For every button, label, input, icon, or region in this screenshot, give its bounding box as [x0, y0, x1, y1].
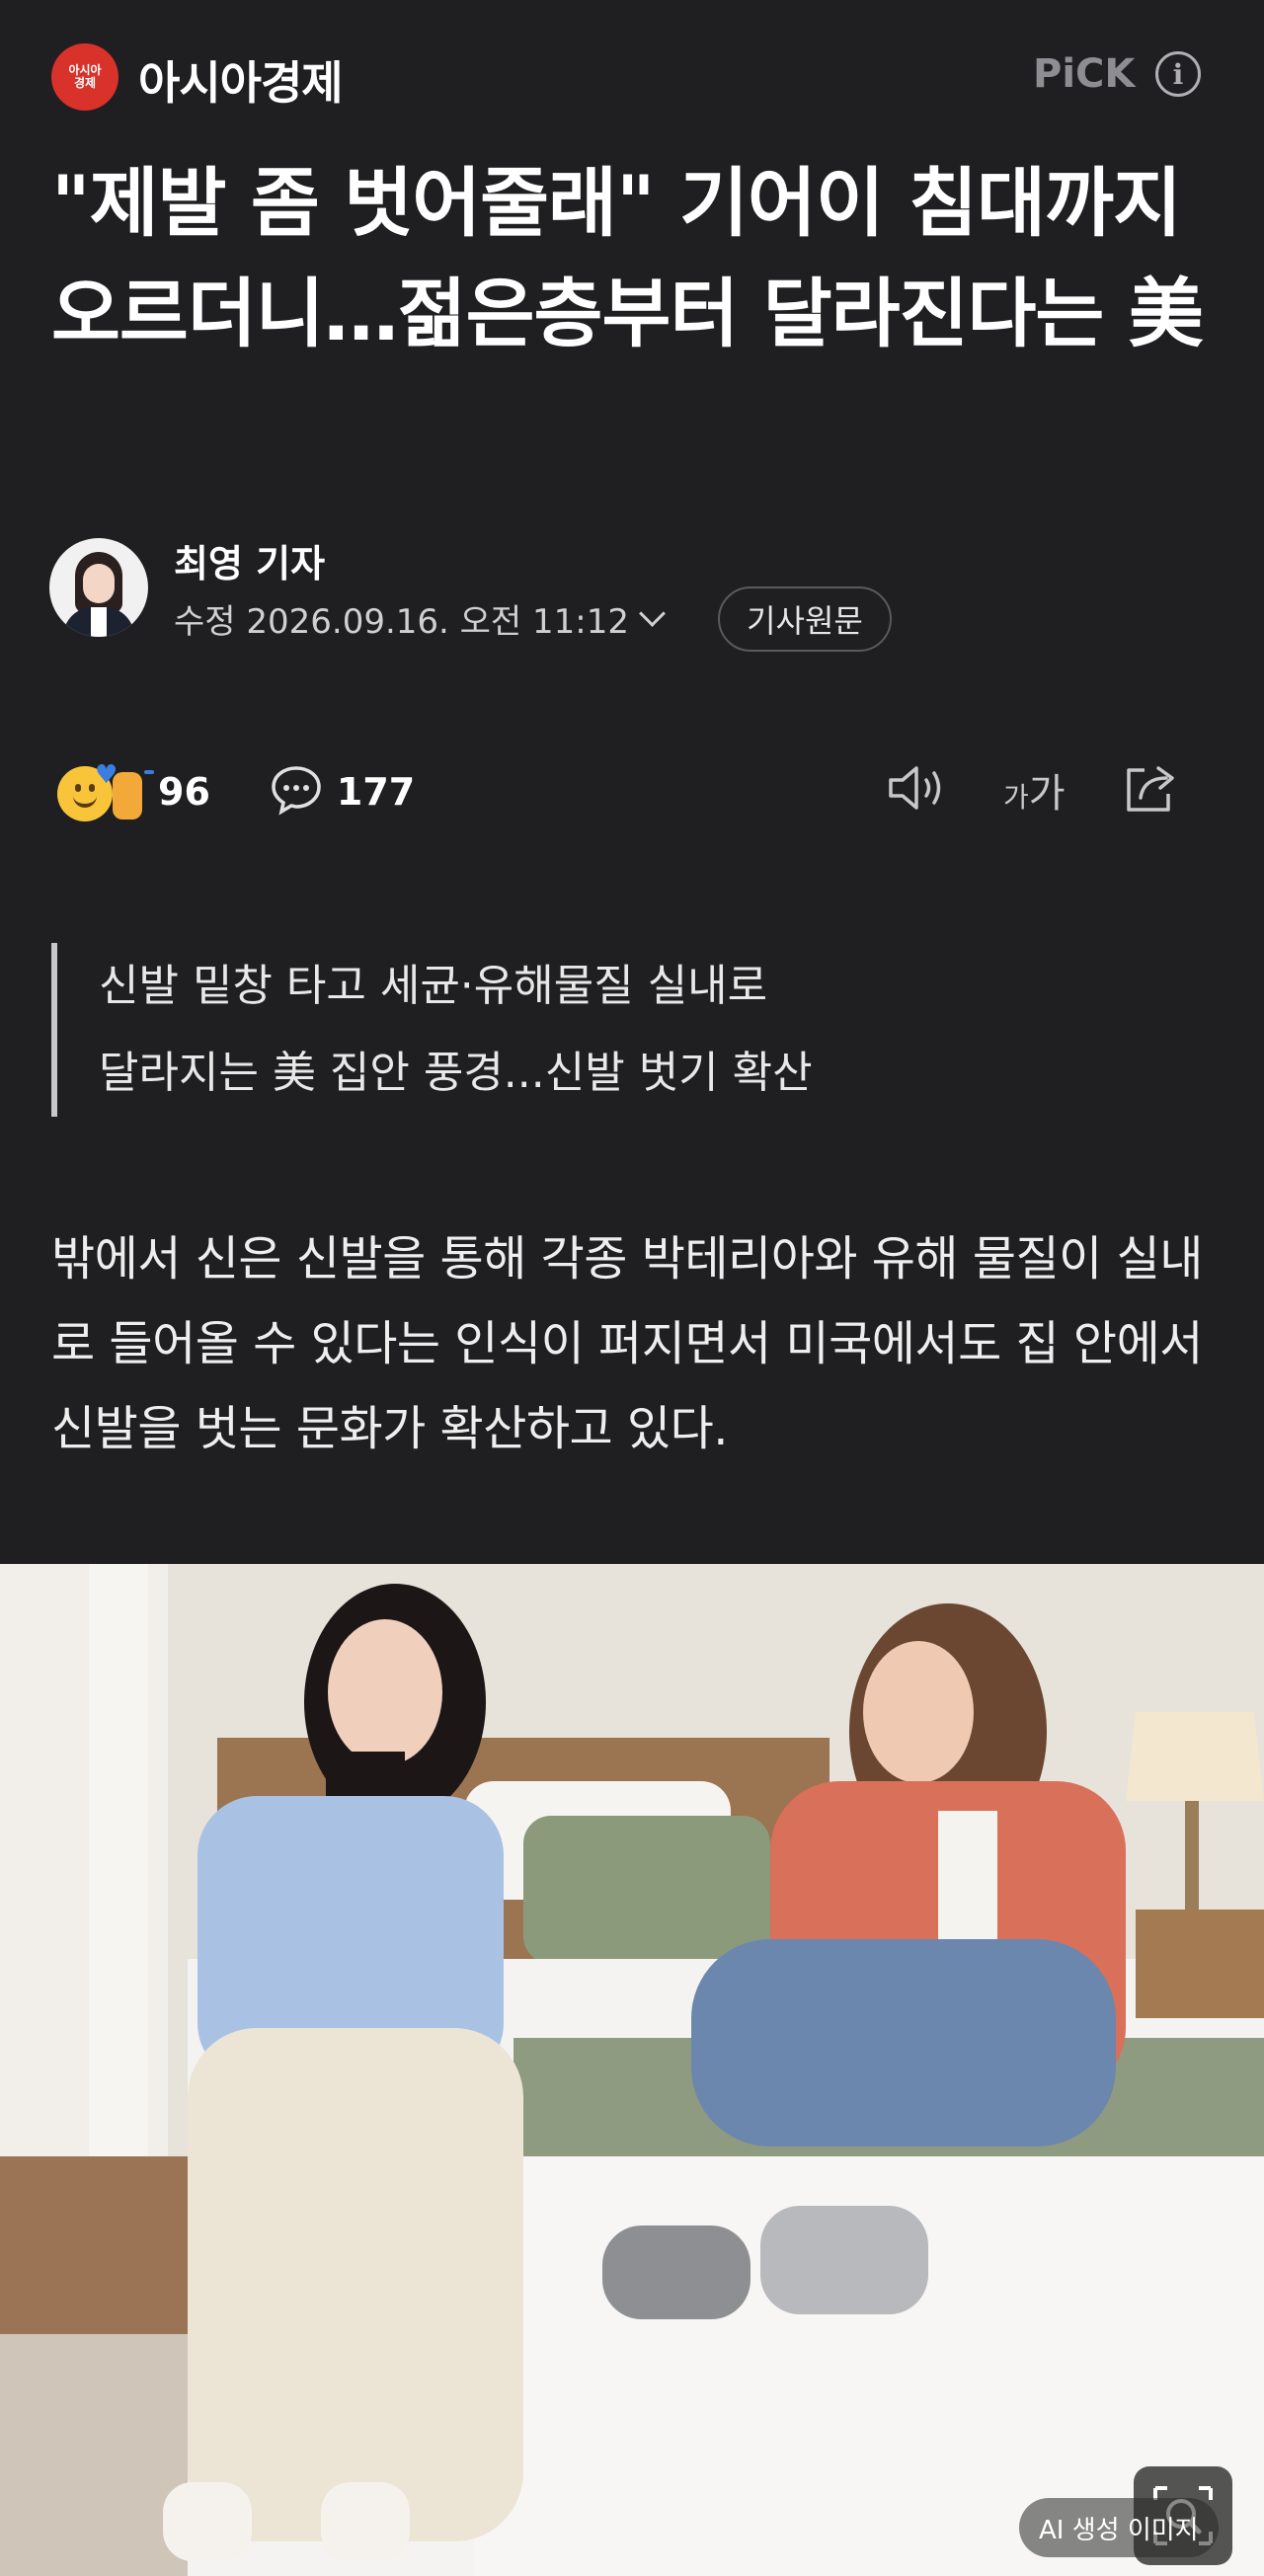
brand-logo-line2: 경제 [73, 76, 97, 90]
dateline-text: 수정 2026.09.16. 오전 11:12 [174, 602, 630, 642]
photo-illustration [0, 1564, 1264, 2576]
article-toolbar: 가가 [885, 760, 1182, 820]
brand-logo[interactable]: 아시아 경제 [51, 43, 118, 111]
comment-count[interactable]: 177 [337, 770, 415, 814]
reaction-bar: ♥ 96 177 [55, 760, 415, 823]
speaker-icon[interactable] [885, 760, 948, 820]
brand-name[interactable]: 아시아경제 [138, 47, 344, 113]
font-size-small-label: 가 [1003, 781, 1029, 814]
font-size-icon[interactable]: 가가 [1003, 761, 1066, 819]
article-body: 밖에서 신은 신발을 통해 각종 박테리아와 유해 물질이 실내로 들어올 수 … [51, 1231, 1203, 1456]
article-photo[interactable]: AI 생성 이미지 [0, 1564, 1264, 2576]
article-subtitle: 신발 밑창 타고 세균·유해물질 실내로 달라지는 美 집안 풍경...신발 벗… [51, 943, 1217, 1117]
info-icon[interactable]: i [1155, 51, 1201, 97]
article-headline: "제발 좀 벗어줄래" 기어이 침대까지 오르더니…젊은층부터 달라진다는 美 [51, 159, 1204, 357]
subtitle-line: 신발 밑창 타고 세균·유해물질 실내로 [99, 961, 768, 1011]
reporter-name[interactable]: 최영 기자 [174, 533, 325, 587]
comment-icon[interactable] [270, 763, 323, 820]
app-header: 아시아 경제 아시아경제 PiCK i [0, 0, 1264, 148]
reaction-count[interactable]: 96 [158, 770, 210, 814]
reporter-avatar[interactable] [49, 538, 148, 637]
article-dateline[interactable]: 수정 2026.09.16. 오전 11:12 [174, 594, 666, 643]
font-size-large-label: 가 [1028, 771, 1066, 817]
share-icon[interactable] [1121, 760, 1182, 820]
chevron-down-icon[interactable] [639, 600, 666, 627]
pick-logo[interactable]: PiCK [1033, 51, 1135, 97]
ai-generated-badge: AI 생성 이미지 [1019, 2498, 1219, 2557]
subtitle-line: 달라지는 美 집안 풍경...신발 벗기 확산 [99, 1048, 813, 1098]
original-article-button[interactable]: 기사원문 [718, 586, 892, 652]
reaction-emoji-icon[interactable]: ♥ [55, 760, 158, 823]
